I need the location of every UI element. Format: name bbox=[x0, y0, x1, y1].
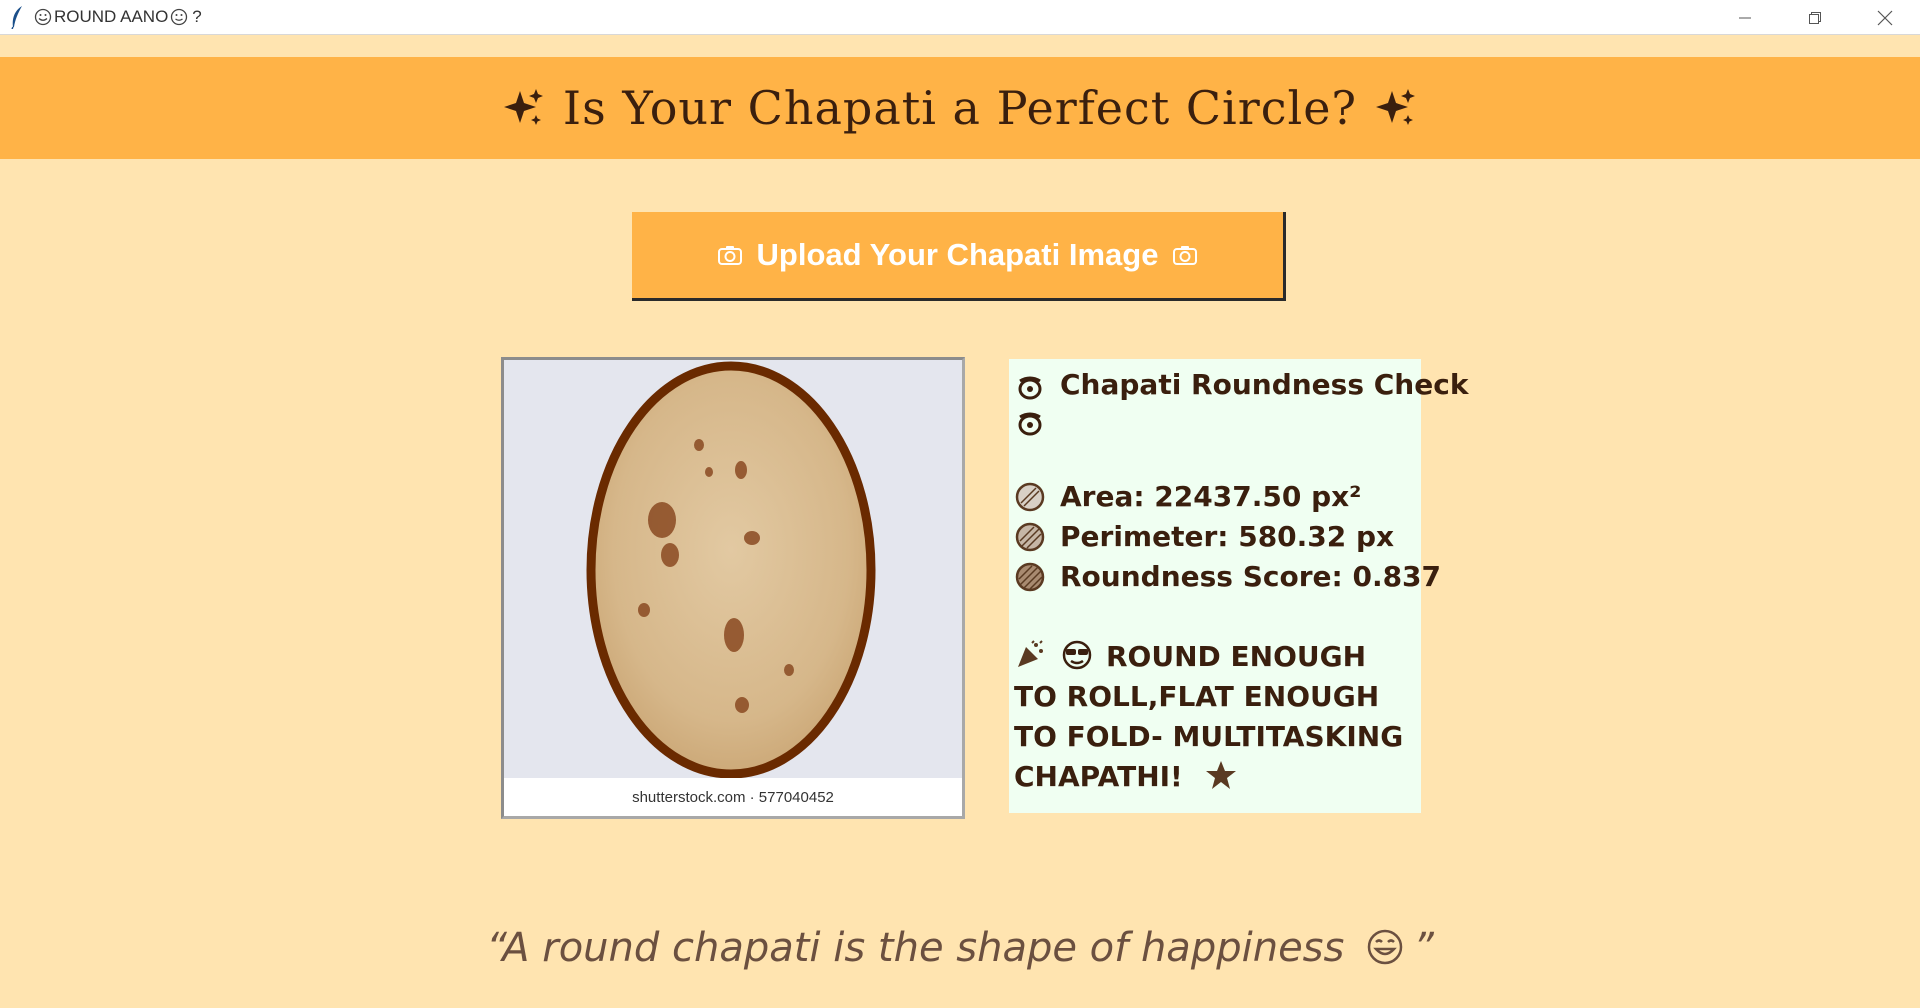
sparkles-icon bbox=[503, 89, 543, 125]
perimeter-value: Perimeter: 580.32 px bbox=[1060, 520, 1395, 553]
grinning-face-icon bbox=[34, 8, 52, 26]
paw-icon bbox=[1018, 376, 1042, 400]
quote-close: ” bbox=[1413, 925, 1434, 971]
circle-icon bbox=[1015, 562, 1045, 592]
top-strip bbox=[0, 35, 1920, 57]
window-title-text: ROUND AANO bbox=[54, 7, 169, 26]
image-watermark-caption: shutterstock.com · 577040452 bbox=[504, 778, 962, 816]
area-value: Area: 22437.50 px² bbox=[1060, 480, 1362, 513]
page-title-text: Is Your Chapati a Perfect Circle? bbox=[562, 81, 1358, 135]
circle-icon bbox=[1015, 482, 1045, 512]
close-icon bbox=[1877, 10, 1893, 25]
chapati-image-preview: shutterstock.com · 577040452 bbox=[501, 357, 965, 819]
verdict-text-block: ROUND ENOUGH TO ROLL,FLAT ENOUGH TO FOLD… bbox=[1014, 637, 1415, 797]
paw-icon bbox=[1018, 412, 1042, 436]
footer-quote: “A round chapati is the shape of happine… bbox=[0, 925, 1920, 971]
cool-face-icon bbox=[1062, 640, 1092, 670]
circle-icon bbox=[1015, 522, 1045, 552]
area-row: Area: 22437.50 px² bbox=[1014, 477, 1415, 517]
maximize-button[interactable] bbox=[1780, 0, 1850, 35]
feather-icon bbox=[6, 4, 28, 30]
minimize-icon bbox=[1739, 17, 1751, 18]
perimeter-row: Perimeter: 580.32 px bbox=[1014, 517, 1415, 557]
grinning-face-icon bbox=[1367, 929, 1403, 965]
quote-text: “A round chapati is the shape of happine… bbox=[486, 925, 1345, 971]
window-title: ROUND AANO ? bbox=[34, 7, 202, 27]
close-button[interactable] bbox=[1850, 0, 1920, 35]
window-controls bbox=[1710, 0, 1920, 35]
window-title-suffix: ? bbox=[192, 7, 202, 26]
results-title-row-end bbox=[1014, 405, 1415, 437]
page-title: Is Your Chapati a Perfect Circle? bbox=[503, 81, 1417, 135]
upload-image-button[interactable]: Upload Your Chapati Image bbox=[632, 212, 1286, 301]
roundness-row: Roundness Score: 0.837 bbox=[1014, 557, 1441, 597]
minimize-button[interactable] bbox=[1710, 0, 1780, 35]
roundness-results-panel: Chapati Roundness Check Area: 22437.50 p… bbox=[1009, 359, 1468, 813]
smile-icon bbox=[171, 8, 188, 26]
roundness-score: Roundness Score: 0.837 bbox=[1060, 560, 1442, 593]
header-banner: Is Your Chapati a Perfect Circle? bbox=[0, 57, 1920, 159]
camera-icon bbox=[717, 246, 742, 265]
party-icon bbox=[1018, 640, 1043, 667]
camera-icon bbox=[1173, 246, 1198, 265]
results-title-row: Chapati Roundness Check bbox=[1014, 365, 1468, 405]
restore-icon bbox=[1809, 11, 1821, 24]
results-title: Chapati Roundness Check bbox=[1060, 368, 1469, 401]
star-icon bbox=[1205, 761, 1236, 789]
window-titlebar: ROUND AANO ? bbox=[0, 0, 1920, 35]
upload-button-label: Upload Your Chapati Image bbox=[756, 237, 1159, 272]
chapati-image bbox=[504, 360, 962, 778]
sparkles-icon bbox=[1376, 89, 1416, 125]
